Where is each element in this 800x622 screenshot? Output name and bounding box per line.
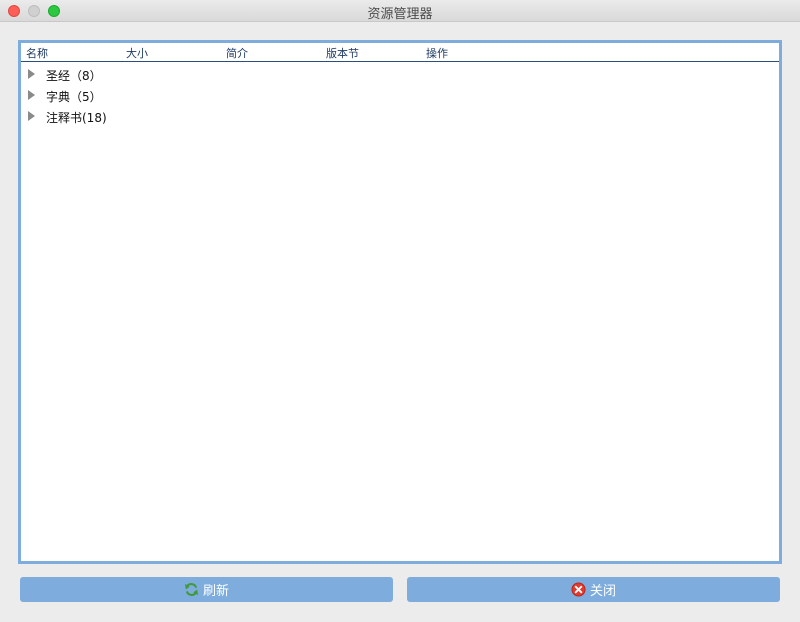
close-circle-icon bbox=[571, 582, 586, 597]
title-bar: 资源管理器 bbox=[0, 0, 800, 22]
column-header-size[interactable]: 大小 bbox=[126, 45, 148, 61]
resource-tree[interactable]: 名称 大小 简介 版本节 操作 圣经（8） 字典（5） 注释书(18) bbox=[18, 40, 782, 564]
window-title: 资源管理器 bbox=[367, 7, 433, 22]
refresh-button-label: 刷新 bbox=[202, 584, 229, 599]
close-button[interactable]: 关闭 bbox=[407, 577, 780, 602]
column-header-description[interactable]: 简介 bbox=[226, 45, 248, 61]
tree-row-label: 字典（5） bbox=[46, 90, 102, 104]
tree-row-label: 圣经（8） bbox=[46, 69, 102, 83]
column-header-action[interactable]: 操作 bbox=[426, 45, 448, 61]
refresh-button[interactable]: 刷新 bbox=[20, 577, 393, 602]
tree-row-commentary[interactable]: 注释书(18) bbox=[21, 107, 779, 127]
expand-arrow-icon[interactable] bbox=[28, 69, 35, 79]
close-button-label: 关闭 bbox=[589, 584, 616, 599]
refresh-icon bbox=[184, 582, 199, 597]
tree-row-label: 注释书(18) bbox=[46, 111, 107, 125]
expand-arrow-icon[interactable] bbox=[28, 111, 35, 121]
tree-row-bible[interactable]: 圣经（8） bbox=[21, 65, 779, 85]
column-header-version[interactable]: 版本节 bbox=[326, 45, 359, 61]
column-header-name[interactable]: 名称 bbox=[26, 45, 48, 61]
tree-header: 名称 大小 简介 版本节 操作 bbox=[21, 43, 779, 62]
tree-row-dictionary[interactable]: 字典（5） bbox=[21, 86, 779, 106]
expand-arrow-icon[interactable] bbox=[28, 90, 35, 100]
